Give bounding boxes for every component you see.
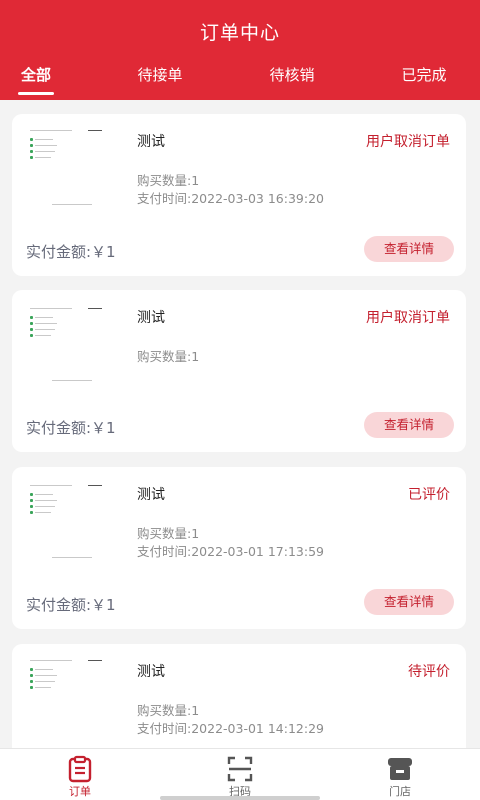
tab-completed[interactable]: 已完成 xyxy=(392,64,456,85)
nav-scan[interactable]: 扫码 xyxy=(200,749,280,800)
page-title: 订单中心 xyxy=(199,22,280,44)
order-status: 已评价 xyxy=(408,487,450,503)
purchase-quantity: 购买数量:1 xyxy=(137,349,200,364)
clipboard-icon xyxy=(66,755,94,783)
product-name: 测试 xyxy=(137,134,165,150)
tab-pending-verify[interactable]: 待核销 xyxy=(260,64,324,85)
scan-icon xyxy=(226,755,254,783)
home-indicator xyxy=(160,796,320,800)
payment-time: 支付时间:2022-03-01 14:12:29 xyxy=(137,721,324,736)
store-icon xyxy=(386,755,414,783)
order-status: 待评价 xyxy=(408,664,450,680)
view-details-button[interactable]: 查看详情 xyxy=(364,236,454,262)
order-list[interactable]: 测试 用户取消订单 购买数量:1 支付时间:2022-03-03 16:39:2… xyxy=(0,100,480,748)
active-tab-indicator xyxy=(18,92,54,95)
nav-orders[interactable]: 订单 xyxy=(40,749,120,800)
bottom-nav: 订单 扫码 门店 xyxy=(0,748,480,800)
product-thumbnail xyxy=(26,477,122,559)
view-details-button[interactable]: 查看详情 xyxy=(364,412,454,438)
tab-all[interactable]: 全部 xyxy=(18,64,54,85)
nav-label: 订单 xyxy=(69,785,91,798)
app-header: 订单中心 全部 待接单 待核销 已完成 xyxy=(0,0,480,100)
payment-time: 支付时间:2022-03-01 17:13:59 xyxy=(137,544,324,559)
paid-amount: 实付金额:￥1 xyxy=(26,243,116,261)
nav-store[interactable]: 门店 xyxy=(360,749,440,800)
purchase-quantity: 购买数量:1 xyxy=(137,526,200,541)
purchase-quantity: 购买数量:1 xyxy=(137,173,200,188)
tab-pending-accept[interactable]: 待接单 xyxy=(128,64,192,85)
order-card[interactable]: 测试 用户取消订单 购买数量:1 实付金额:￥1 查看详情 xyxy=(12,290,466,452)
product-thumbnail xyxy=(26,124,122,206)
order-status: 用户取消订单 xyxy=(366,134,450,150)
paid-amount: 实付金额:￥1 xyxy=(26,419,116,437)
payment-time: 支付时间:2022-03-03 16:39:20 xyxy=(137,191,324,206)
order-card[interactable]: 测试 已评价 购买数量:1 支付时间:2022-03-01 17:13:59 实… xyxy=(12,467,466,629)
product-thumbnail xyxy=(26,300,122,382)
product-thumbnail xyxy=(26,654,122,736)
nav-label: 门店 xyxy=(389,785,411,798)
product-name: 测试 xyxy=(137,310,165,326)
order-card[interactable]: 测试 待评价 购买数量:1 支付时间:2022-03-01 14:12:29 xyxy=(12,644,466,748)
view-details-button[interactable]: 查看详情 xyxy=(364,589,454,615)
product-name: 测试 xyxy=(137,664,165,680)
order-status: 用户取消订单 xyxy=(366,310,450,326)
purchase-quantity: 购买数量:1 xyxy=(137,703,200,718)
paid-amount: 实付金额:￥1 xyxy=(26,596,116,614)
order-card[interactable]: 测试 用户取消订单 购买数量:1 支付时间:2022-03-03 16:39:2… xyxy=(12,114,466,276)
product-name: 测试 xyxy=(137,487,165,503)
